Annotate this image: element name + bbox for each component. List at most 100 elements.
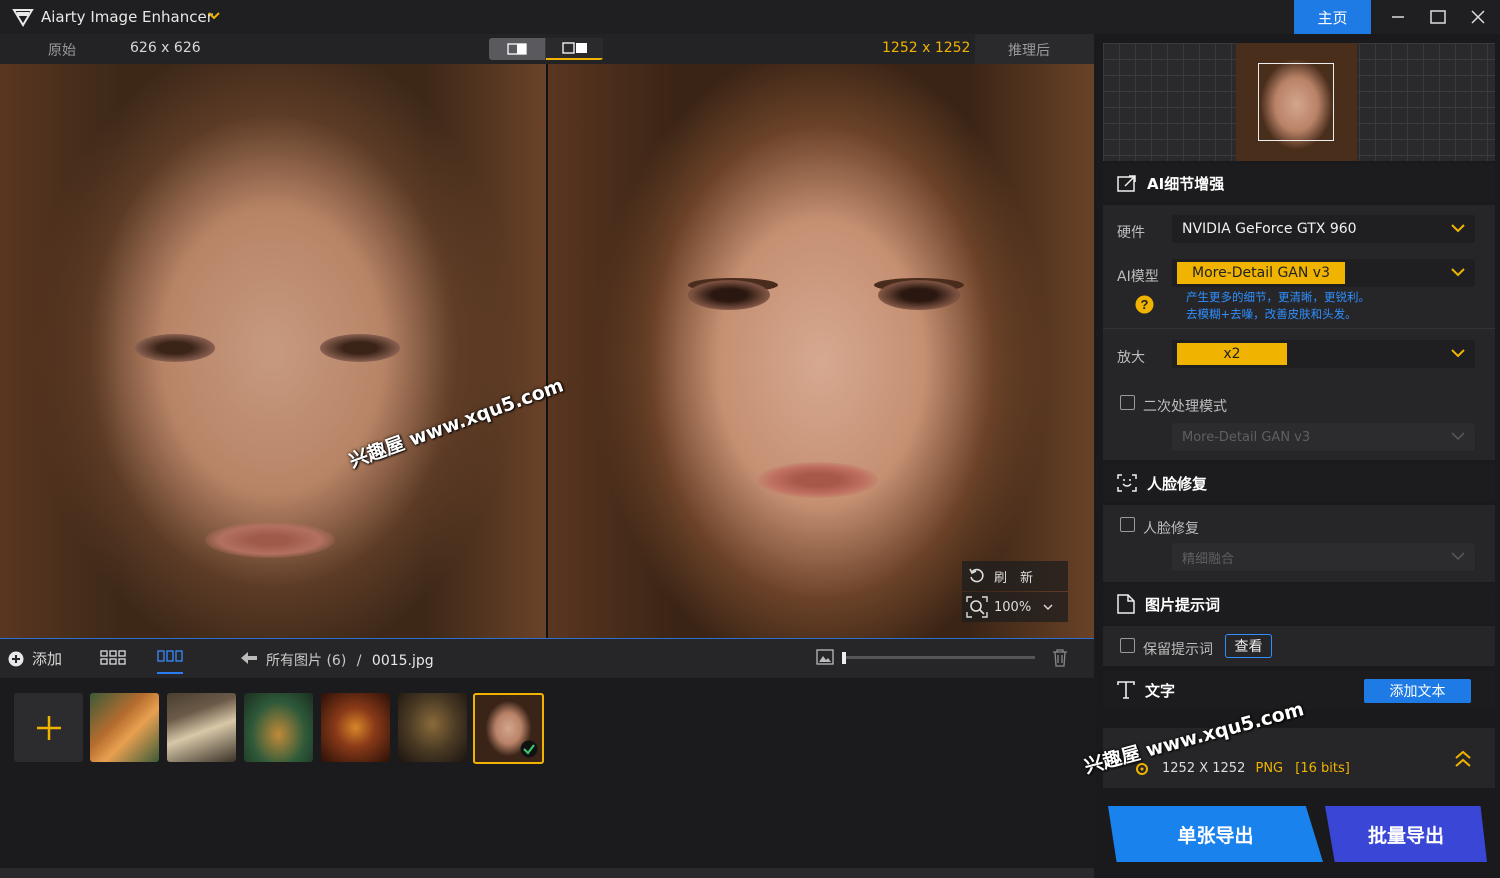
chevron-down-icon <box>1451 432 1465 441</box>
original-image[interactable] <box>0 64 546 638</box>
upscale-select[interactable]: x2 <box>1172 340 1475 368</box>
second-pass-checkbox[interactable] <box>1120 395 1135 410</box>
thumbnail-strip <box>0 678 1094 868</box>
split-view-icon <box>507 43 527 55</box>
refresh-icon <box>969 568 984 583</box>
svg-text:?: ? <box>1141 297 1149 312</box>
face-restore-label: 人脸修复 <box>1143 521 1199 537</box>
breadcrumb-all[interactable]: 所有图片 (6) <box>266 653 346 669</box>
close-icon <box>1471 10 1485 24</box>
ai-model-label: AI模型 <box>1117 269 1159 285</box>
output-size: 1252 X 1252 <box>1162 761 1246 776</box>
chevron-down-icon <box>1451 349 1465 358</box>
selected-check-icon <box>520 740 538 758</box>
filmstrip-view-button[interactable] <box>157 650 183 674</box>
upscale-value: x2 <box>1177 343 1287 365</box>
close-button[interactable] <box>1458 0 1498 34</box>
chevron-down-icon <box>1043 604 1053 610</box>
ai-detail-body <box>1103 205 1495 460</box>
face-mode-select[interactable]: 精细融合 <box>1172 543 1475 571</box>
ai-model-select[interactable]: More-Detail GAN v3 <box>1172 259 1475 287</box>
prompt-header: 图片提示词 <box>1103 585 1495 623</box>
breadcrumb-separator: / <box>356 653 362 669</box>
breadcrumb: 所有图片 (6) / 0015.jpg <box>266 650 434 670</box>
minimize-button[interactable] <box>1378 0 1418 34</box>
zoom-level: 100% <box>994 599 1032 615</box>
chevron-down-icon <box>1451 224 1465 233</box>
status-strip <box>0 868 1094 878</box>
hardware-select[interactable]: NVIDIA GeForce GTX 960 <box>1172 215 1475 243</box>
maximize-icon <box>1430 10 1446 24</box>
thumbnail-girl-portrait[interactable] <box>473 693 544 764</box>
thumbnail-dog-steampunk[interactable] <box>398 693 467 762</box>
keep-prompt-checkbox[interactable] <box>1120 638 1135 653</box>
thumbnail-burger[interactable] <box>321 693 390 762</box>
thumbnail-size-slider[interactable] <box>843 656 1035 659</box>
thumbnail-jar-forest[interactable] <box>244 693 313 762</box>
navigator-viewport[interactable] <box>1258 63 1334 141</box>
enhanced-size: 1252 x 1252 <box>882 40 971 56</box>
add-image-button[interactable]: 添加 <box>8 648 62 669</box>
ai-detail-title: AI细节增强 <box>1147 174 1225 193</box>
hardware-value: NVIDIA GeForce GTX 960 <box>1182 221 1357 237</box>
grid-icon <box>100 650 126 665</box>
upscale-label: 放大 <box>1117 350 1145 366</box>
enhanced-image[interactable] <box>548 64 1094 638</box>
export-single-button[interactable]: 单张导出 <box>1108 806 1323 862</box>
view-prompt-button[interactable]: 查看 <box>1225 634 1272 658</box>
keep-prompt-label: 保留提示词 <box>1143 642 1213 658</box>
output-details: 1252 X 1252 PNG [16 bits] <box>1162 761 1350 776</box>
ai-model-description: 产生更多的细节，更清晰，更锐利。 去模糊+去噪，改善皮肤和头发。 <box>1186 289 1370 323</box>
maximize-button[interactable] <box>1418 0 1458 34</box>
double-chevron-up-icon[interactable] <box>1455 750 1471 768</box>
zoom-select[interactable]: 100% <box>962 592 1068 622</box>
side-by-side-icon <box>561 42 587 54</box>
compare-divider[interactable] <box>546 64 548 638</box>
second-pass-model: More-Detail GAN v3 <box>1182 429 1311 445</box>
app-logo-icon <box>12 9 34 27</box>
breadcrumb-file: 0015.jpg <box>371 653 434 669</box>
help-icon[interactable]: ? <box>1135 295 1154 314</box>
side-by-side-button[interactable] <box>546 38 603 60</box>
trash-icon[interactable] <box>1052 649 1068 667</box>
back-arrow-icon[interactable] <box>240 651 258 665</box>
prompt-title: 图片提示词 <box>1145 595 1221 614</box>
home-button[interactable]: 主页 <box>1294 0 1371 34</box>
add-text-button[interactable]: 添加文本 <box>1364 679 1471 703</box>
text-icon <box>1117 681 1135 699</box>
chevron-down-icon <box>1451 552 1465 561</box>
ai-model-desc-line1: 产生更多的细节，更清晰，更锐利。 <box>1186 290 1370 304</box>
output-format: PNG <box>1255 761 1284 776</box>
face-restore-checkbox[interactable] <box>1120 517 1135 532</box>
divider <box>1103 328 1495 329</box>
slider-handle[interactable] <box>842 652 846 664</box>
grid-view-button[interactable] <box>100 650 126 670</box>
face-mode-value: 精细融合 <box>1182 551 1235 567</box>
add-thumbnail-button[interactable] <box>14 693 83 762</box>
minimize-icon <box>1392 16 1404 18</box>
refresh-button[interactable]: 刷 新 <box>962 561 1068 591</box>
add-label: 添加 <box>32 650 63 668</box>
after-label: 推理后 <box>1008 43 1050 59</box>
thumbnail-tiger[interactable] <box>90 693 159 762</box>
refresh-label: 刷 新 <box>994 570 1034 586</box>
hardware-label: 硬件 <box>1117 225 1145 241</box>
face-restore-title: 人脸修复 <box>1147 474 1208 493</box>
export-batch-button[interactable]: 批量导出 <box>1325 806 1487 862</box>
original-label: 原始 <box>48 43 76 59</box>
view-mode-toggle <box>489 38 603 60</box>
enhance-icon <box>1117 175 1136 192</box>
chevron-down-icon <box>1451 268 1465 277</box>
face-scan-icon <box>1117 474 1137 492</box>
second-pass-model-select[interactable]: More-Detail GAN v3 <box>1172 423 1475 451</box>
thumbnail-butterfly[interactable] <box>167 693 236 762</box>
app-title: Aiarty Image Enhancer <box>41 8 213 26</box>
chevron-down-icon[interactable] <box>206 8 222 24</box>
output-bits: [16 bits] <box>1295 761 1350 776</box>
plus-icon <box>36 715 61 740</box>
title-bar <box>0 0 1500 34</box>
split-view-button[interactable] <box>489 38 545 60</box>
original-size: 626 x 626 <box>130 40 201 56</box>
image-size-icon <box>816 649 834 665</box>
face-restore-header: 人脸修复 <box>1103 464 1495 502</box>
